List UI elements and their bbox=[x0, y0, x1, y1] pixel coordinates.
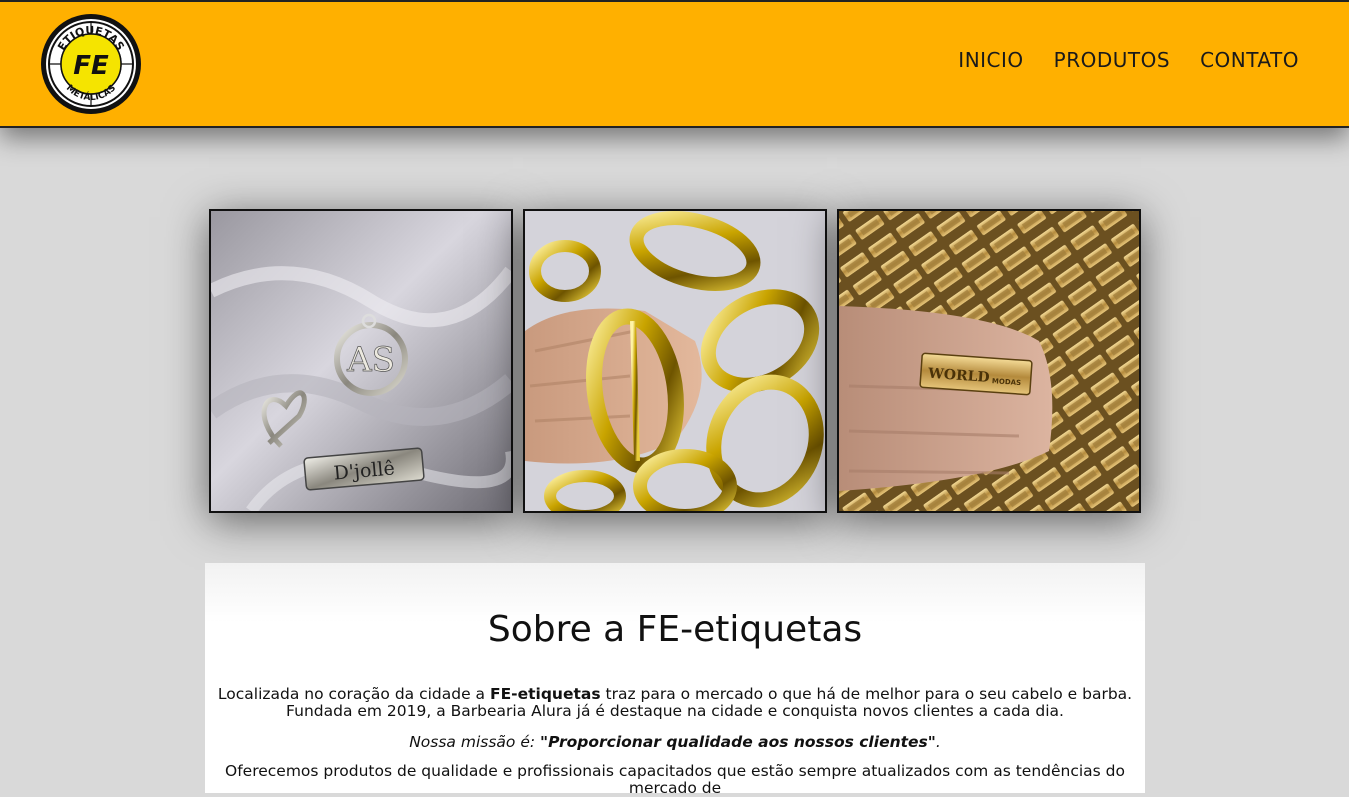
logo-monogram: FE bbox=[73, 51, 109, 81]
gold-buckles-photo[interactable] bbox=[523, 209, 827, 513]
product-gallery: AS D'jollê WORLD MODAS bbox=[209, 209, 1141, 513]
about-offer: Oferecemos produtos de qualidade e profi… bbox=[225, 762, 1125, 797]
brand-name: FE-etiquetas bbox=[489, 685, 601, 703]
mission-text: "Proporcionar qualidade aos nossos clien… bbox=[540, 733, 936, 751]
about-intro-start: Localizada no coração da cidade a bbox=[217, 685, 490, 703]
nav-inicio[interactable]: INICIO bbox=[958, 48, 1023, 72]
mission-statement: Nossa missão é: "Proporcionar qualidade … bbox=[205, 734, 1145, 751]
main-nav: INICIO PRODUTOS CONTATO bbox=[958, 48, 1299, 72]
brand-logo[interactable]: ETIQUETAS METÁLICAS FE bbox=[39, 12, 143, 116]
about-intro: Localizada no coração da cidade a FE-eti… bbox=[205, 686, 1145, 720]
mission-end: . bbox=[935, 733, 941, 751]
site-header: ETIQUETAS METÁLICAS FE INICIO PRODUTOS C… bbox=[0, 0, 1349, 128]
about-section: Sobre a FE-etiquetas Localizada no coraç… bbox=[205, 563, 1145, 797]
nav-produtos[interactable]: PRODUTOS bbox=[1054, 48, 1170, 72]
tag-charm-photo[interactable]: AS D'jollê bbox=[209, 209, 513, 513]
nav-contato[interactable]: CONTATO bbox=[1200, 48, 1299, 72]
mission-label: Nossa missão é: bbox=[409, 733, 541, 751]
charm-letters: AS bbox=[346, 340, 395, 380]
gold-tags-photo[interactable]: WORLD MODAS bbox=[837, 209, 1141, 513]
about-title: Sobre a FE-etiquetas bbox=[487, 609, 863, 650]
